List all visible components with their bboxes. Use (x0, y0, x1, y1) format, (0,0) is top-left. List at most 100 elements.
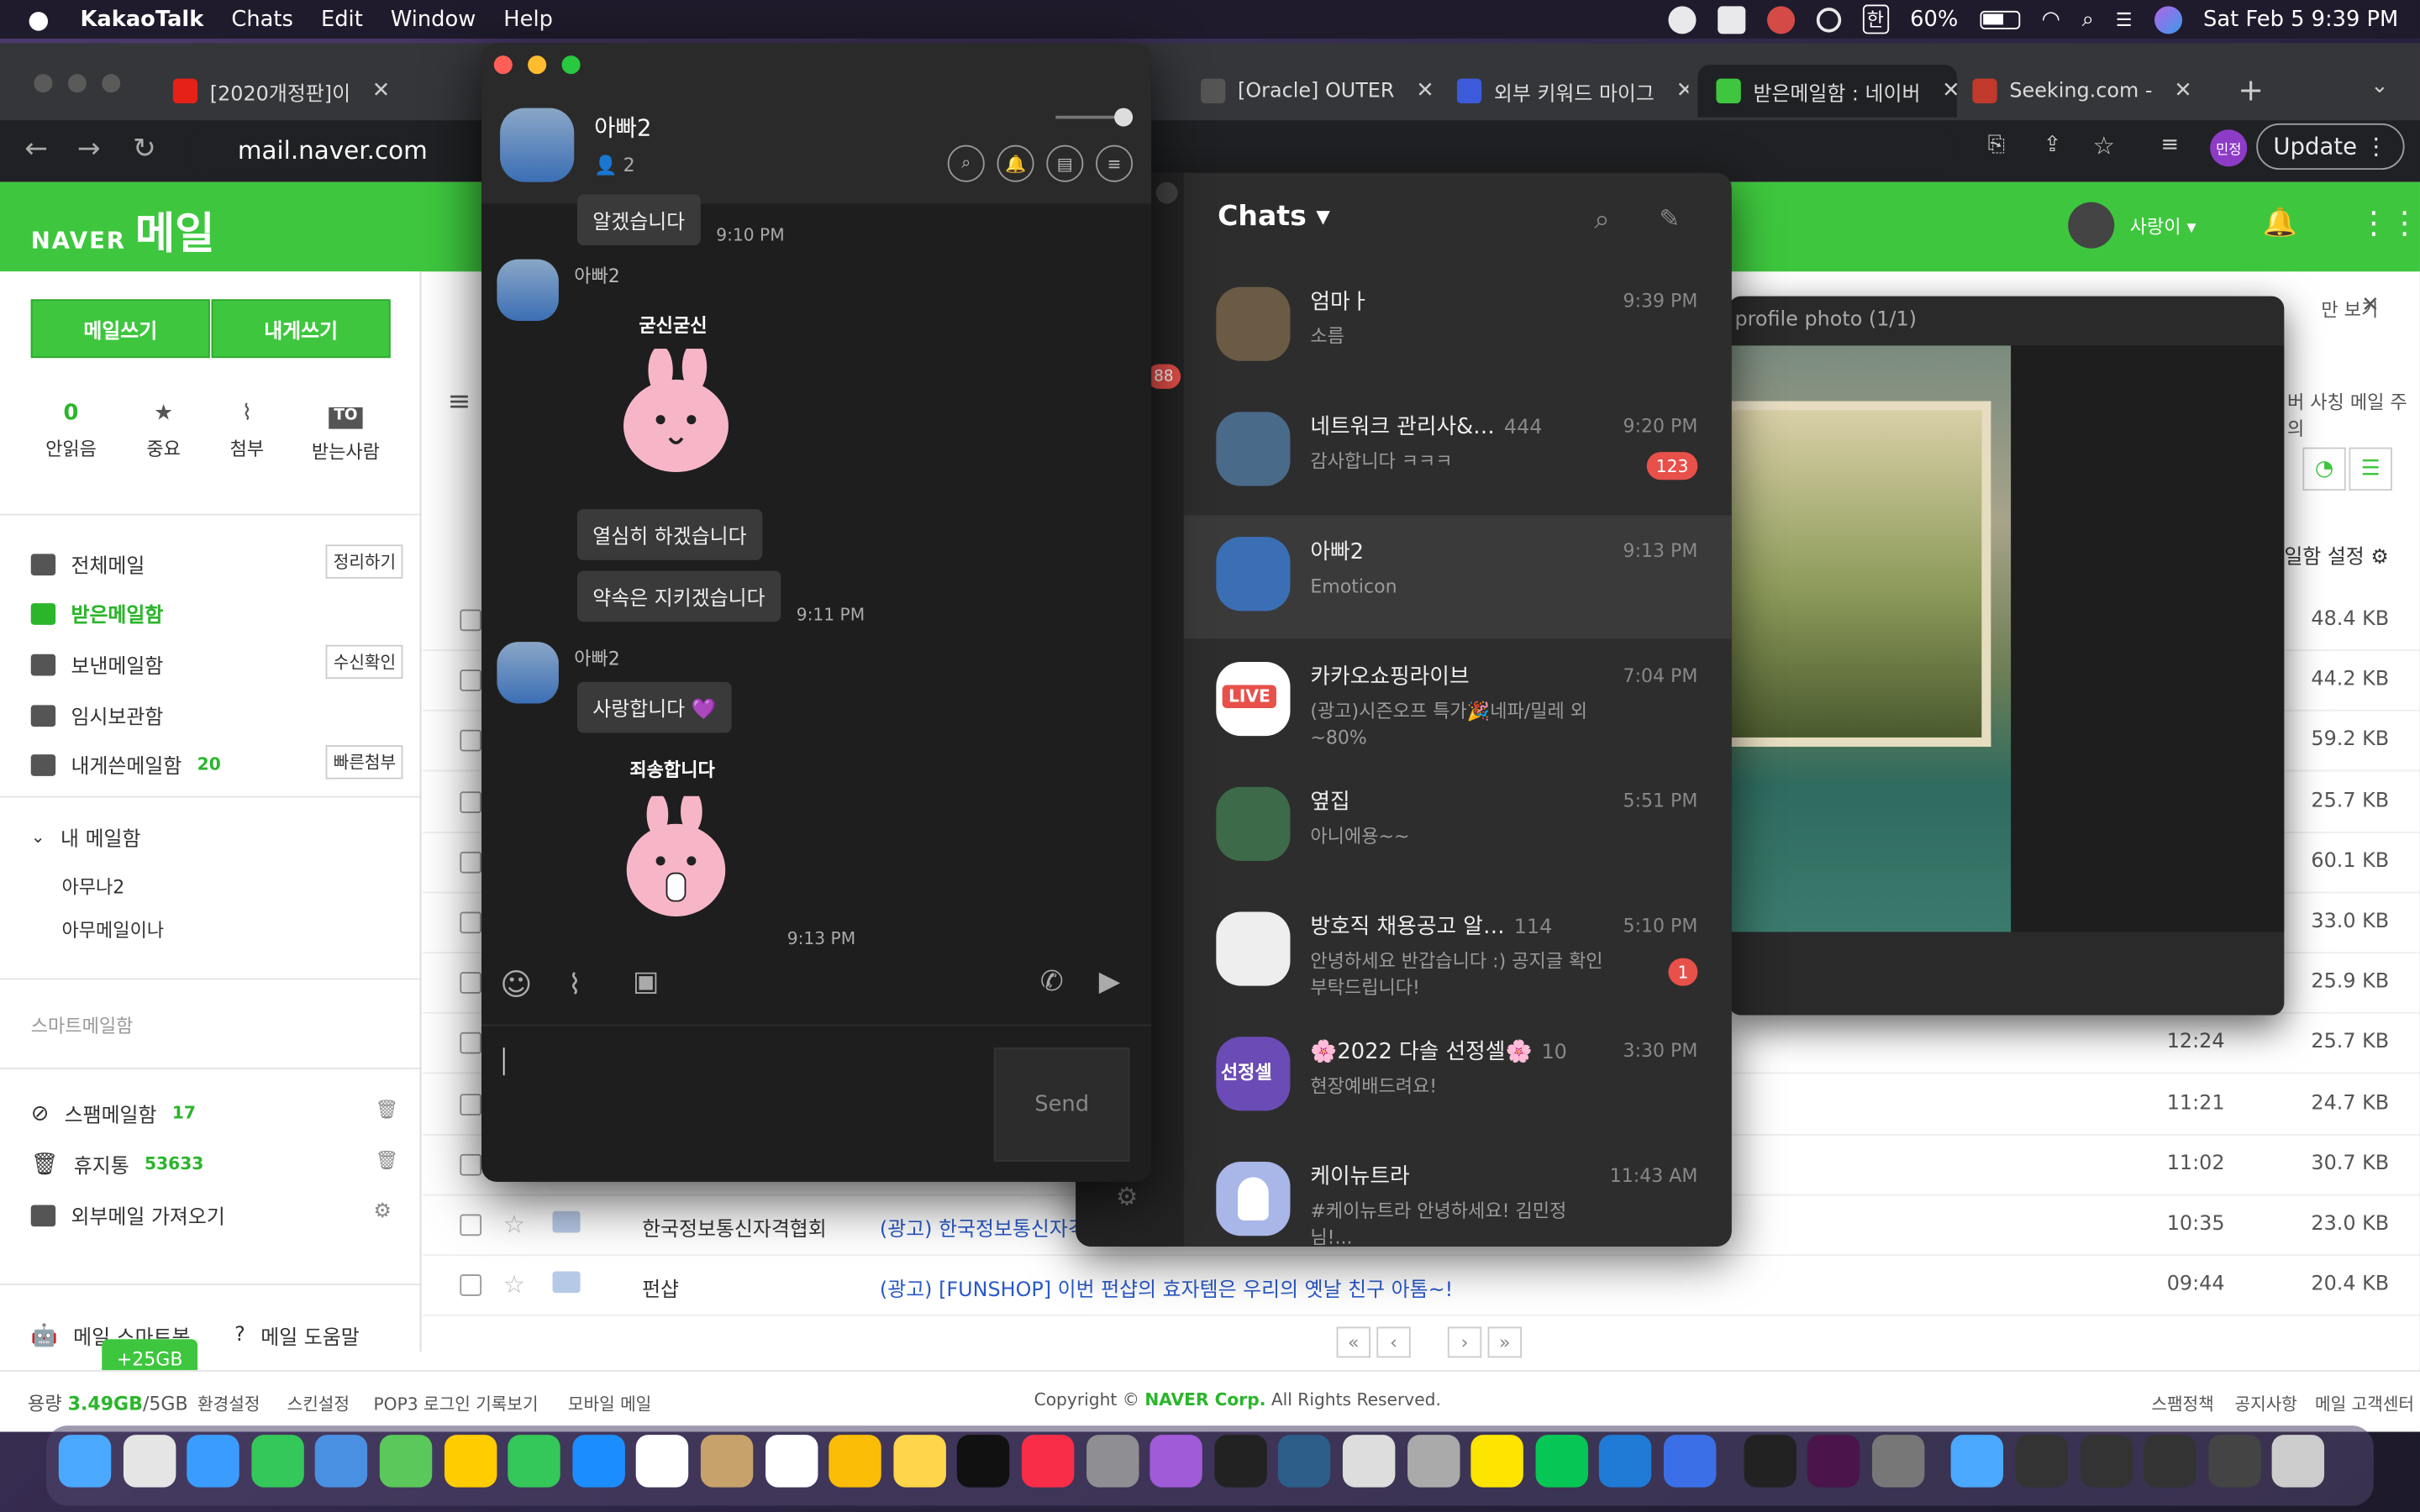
quick-attachment[interactable]: ⌇ 첨부 (201, 402, 293, 462)
input-source-indicator[interactable]: 한 (1862, 4, 1889, 34)
reading-list-icon[interactable]: ≡ (2160, 133, 2179, 157)
chat-list-item[interactable]: 엄마ㅏ 소름 9:39 PM (1184, 265, 1732, 389)
menu-app-name[interactable]: KakaoTalk (80, 7, 203, 31)
send-button[interactable]: Send (993, 1047, 1130, 1163)
message-bubble[interactable]: 사랑합니다 💜 (576, 681, 732, 733)
vscode-icon[interactable] (1599, 1435, 1652, 1488)
empty-trash-icon[interactable]: 🗑 (375, 1149, 398, 1171)
back-icon[interactable]: ← (24, 133, 48, 165)
safari-icon[interactable] (187, 1435, 240, 1488)
tab-close-icon[interactable]: ✕ (2174, 79, 2192, 103)
mailbox-settings[interactable]: 일함 설정 ⚙ (2284, 540, 2388, 570)
user-name[interactable]: 사랑이 ▾ (2130, 213, 2196, 239)
music-icon[interactable] (1021, 1435, 1075, 1488)
write-to-self-button[interactable]: 내게쓰기 (211, 299, 391, 359)
mail-checkbox[interactable] (460, 911, 482, 934)
view-toggle-clock-icon[interactable]: ◔ (2302, 447, 2346, 491)
tab-youtube[interactable]: [2020개정판]이 ✕ (172, 65, 405, 117)
chat-list-item[interactable]: 네트워크 관리사&… 444 감사합니다 ㅋㅋㅋ 9:20 PM 123 (1184, 391, 1732, 514)
settings-gear-icon[interactable]: ⚙ (1116, 1182, 1138, 1211)
spotlight-icon[interactable]: ⌕ (2082, 7, 2094, 31)
phone-icon[interactable]: ✆ (1040, 966, 1064, 999)
reload-icon[interactable]: ↻ (133, 133, 156, 165)
search-icon[interactable]: ⌕ (1594, 203, 1610, 236)
chat-list-item[interactable]: LIVE 카카오쇼핑라이브 (광고)시즌오프 특가🎉네파/밀레 외~80% 7:04 … (1184, 640, 1732, 764)
siri-icon[interactable] (2154, 5, 2182, 34)
quick-unread[interactable]: 0 안읽음 (24, 402, 117, 462)
chat-room-avatar[interactable] (500, 108, 575, 182)
chat-list-item[interactable]: 케이뉴트라 #케이뉴트라 안녕하세요! 김민정님!... 11:43 AM (1184, 1140, 1732, 1247)
message-bubble[interactable]: 열심히 하겠습니다 (576, 509, 762, 560)
mail-sender[interactable]: 펀샵 (642, 1273, 679, 1303)
footer-link-skin[interactable]: 스킨설정 (287, 1392, 350, 1416)
utility-icon[interactable] (1871, 1435, 1924, 1488)
tab-close-icon[interactable]: ✕ (1942, 79, 1957, 103)
mysql-workbench-icon[interactable] (1278, 1435, 1331, 1488)
tab-oracle[interactable]: [Oracle] OUTER ✕ (1200, 65, 1432, 117)
tab-search-icon[interactable]: ⌄ (2370, 74, 2389, 98)
profile-avatar[interactable]: 민정 (2210, 129, 2248, 167)
system-preferences-icon[interactable] (1086, 1435, 1139, 1488)
message-input[interactable] (502, 1042, 981, 1165)
photos-icon[interactable] (444, 1435, 497, 1488)
folder-drafts[interactable]: 임시보관함 (30, 701, 164, 730)
external-mail[interactable]: 외부메일 가져오기 (30, 1200, 225, 1230)
bookmark-star-icon[interactable]: ☆ (2093, 131, 2115, 160)
next-page-button[interactable]: › (1447, 1326, 1482, 1358)
bunny-sticker[interactable] (614, 790, 738, 926)
trash-icon[interactable] (2272, 1435, 2325, 1488)
my-mailbox-toggle[interactable]: ⌄ 내 메일함 (31, 822, 141, 851)
window-close-button[interactable] (34, 74, 53, 93)
last-page-button[interactable]: » (1487, 1326, 1522, 1358)
new-tab-button[interactable]: + (2238, 71, 2264, 108)
footer-link-pop3[interactable]: POP3 로그인 기록보기 (373, 1392, 538, 1416)
apple-tv-icon[interactable] (957, 1435, 1010, 1488)
mail-subject[interactable]: (광고) 한국정보통신자격 (880, 1213, 1086, 1242)
line-status-icon[interactable] (1667, 5, 1696, 34)
drawer-icon[interactable]: ▤ (1046, 144, 1084, 182)
chat-list-item[interactable]: 아빠2 Emoticon 9:13 PM (1183, 515, 1732, 639)
member-count[interactable]: 👤 2 (594, 155, 635, 176)
star-icon[interactable]: ☆ (503, 1210, 525, 1239)
files-icon[interactable] (1663, 1435, 1717, 1488)
bell-icon[interactable]: 🔔 (997, 144, 1034, 182)
window-close-button[interactable] (493, 55, 513, 75)
play-status-icon[interactable] (1816, 7, 1841, 32)
window-minimize-button[interactable] (528, 55, 547, 75)
preferences-gear-icon[interactable] (1407, 1435, 1460, 1488)
mail-checkbox[interactable] (460, 730, 482, 753)
smart-mailbox[interactable]: 스마트메일함 (31, 1012, 134, 1038)
tab-seeking[interactable]: Seeking.com - ✕ (1972, 65, 2219, 117)
menu-clock[interactable]: Sat Feb 5 9:39 PM (2203, 7, 2398, 31)
mail-row[interactable]: ☆ 펀샵 (광고) [FUNSHOP] 이번 펀샵의 효자템은 우리의 옛날 친구 … (423, 1256, 2420, 1317)
mail-icon[interactable] (315, 1435, 368, 1488)
notification-status-icon[interactable] (1766, 5, 1795, 34)
update-button[interactable]: Update ⋮ (2256, 123, 2405, 171)
attach-icon[interactable]: ⌇ (568, 969, 581, 1001)
kakaotalk-status-icon[interactable] (1717, 5, 1745, 34)
quick-attach-button[interactable]: 빠른첨부 (325, 745, 404, 780)
window-minimize-button[interactable] (67, 74, 87, 93)
footer-link-settings[interactable]: 환경설정 (197, 1392, 260, 1416)
footer-link-mobile[interactable]: 모바일 메일 (568, 1392, 651, 1416)
mail-sender[interactable]: 한국정보통신자격협회 (642, 1213, 827, 1242)
organize-button[interactable]: 정리하기 (325, 544, 404, 579)
mail-checkbox[interactable] (460, 790, 482, 813)
chats-title[interactable]: Chats ▾ (1218, 201, 1330, 234)
slack-icon[interactable] (1807, 1435, 1860, 1488)
kakaotalk-icon[interactable] (1470, 1435, 1524, 1488)
share-icon[interactable]: ⇪ (2044, 133, 2062, 157)
github-icon[interactable] (1743, 1435, 1797, 1488)
bunny-sticker[interactable] (614, 342, 738, 478)
quick-to-me[interactable]: TO 받는사람 (299, 402, 392, 465)
settings-gear-icon[interactable]: ⚙ (373, 1200, 391, 1224)
window-zoom-button[interactable] (102, 74, 121, 93)
menu-icon[interactable]: ≡ (1096, 144, 1134, 182)
user-avatar[interactable] (2068, 202, 2115, 249)
read-receipt-button[interactable]: 수신확인 (325, 644, 404, 680)
phishing-notice[interactable]: 버 사칭 메일 주의 (2287, 389, 2420, 441)
translate-icon[interactable]: ⎘ (1988, 133, 2006, 157)
line-icon[interactable] (1535, 1435, 1588, 1488)
notes-icon[interactable] (893, 1435, 946, 1488)
finder-icon[interactable] (58, 1435, 112, 1488)
